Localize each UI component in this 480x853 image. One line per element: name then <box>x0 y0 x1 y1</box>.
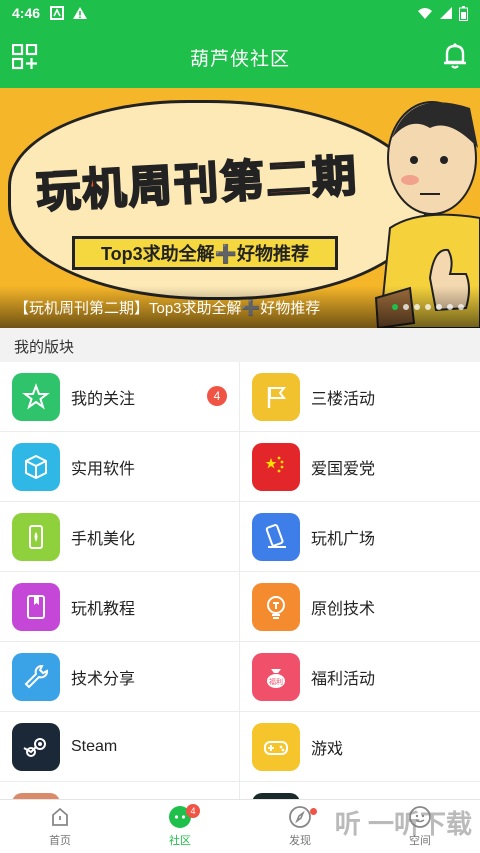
board-item[interactable]: 玩机广场 <box>240 502 480 572</box>
gift-bag-icon: 福利 <box>252 652 300 701</box>
tab-label: 发现 <box>289 835 311 847</box>
board-label: 原创技术 <box>311 600 376 618</box>
phone-beautify-icon <box>12 512 60 561</box>
wifi-icon <box>418 8 432 19</box>
phone-pen-icon <box>252 512 300 561</box>
tab-compass[interactable]: 发现 <box>240 800 360 853</box>
banner-pager-dots <box>392 304 464 310</box>
warning-icon <box>73 7 88 19</box>
board-label: 技术分享 <box>71 670 136 688</box>
board-item[interactable]: 福利 福利活动 <box>240 642 480 712</box>
star-icon <box>12 372 60 421</box>
board-item[interactable]: 游戏 <box>240 712 480 782</box>
tab-badge: 4 <box>186 804 200 818</box>
book-icon <box>12 582 60 631</box>
china-flag-icon <box>252 442 300 491</box>
app-notification-icon <box>50 6 65 20</box>
board-label: 实用软件 <box>71 460 136 478</box>
banner-subtitle: Top3求助全解➕好物推荐 <box>72 236 338 270</box>
status-time: 4:46 <box>12 5 41 21</box>
bulb-icon <box>252 582 300 631</box>
pager-dot[interactable] <box>436 304 442 310</box>
board-label: 爱国爱党 <box>311 460 376 478</box>
board-label: 玩机教程 <box>71 600 136 618</box>
compass-icon <box>289 806 311 828</box>
scan-qr-icon[interactable] <box>12 44 38 70</box>
board-label: 游戏 <box>311 740 344 758</box>
page-title: 葫芦侠社区 <box>189 48 290 70</box>
board-label: Steam <box>71 737 118 755</box>
board-item[interactable]: 三楼活动 <box>240 362 480 432</box>
board-item[interactable] <box>0 782 240 800</box>
board-label: 我的关注 <box>71 390 136 408</box>
board-label: 手机美化 <box>71 530 136 548</box>
pager-dot[interactable] <box>403 304 409 310</box>
board-grid: 我的关注 4 三楼活动 实用软件 爱国爱党 手机美化 玩机广场 玩机教程 原创技术 技术分享 福利福… <box>0 362 480 800</box>
status-notification-icons <box>50 6 88 20</box>
board-label: 三楼活动 <box>311 390 376 408</box>
wrench-icon <box>12 652 60 701</box>
pager-dot[interactable] <box>392 304 398 310</box>
profile-icon <box>409 806 431 828</box>
banner-caption: 【玩机周刊第二期】Top3求助全解➕好物推荐 <box>14 300 321 317</box>
svg-text:福利: 福利 <box>269 677 283 686</box>
bell-icon[interactable] <box>442 42 468 70</box>
bottom-tab-bar: 首页 社区 4 发现 空间 <box>0 799 480 853</box>
board-label: 福利活动 <box>311 670 376 688</box>
gamepad-icon <box>252 722 300 771</box>
new-dot <box>310 808 317 815</box>
board-item[interactable]: 爱国爱党 <box>240 432 480 502</box>
status-bar: 4:46 <box>0 0 480 26</box>
tab-profile[interactable]: 空间 <box>360 800 480 853</box>
signal-icon <box>440 7 452 19</box>
board-label: 玩机广场 <box>311 530 376 548</box>
tab-home[interactable]: 首页 <box>0 800 120 853</box>
steam-icon <box>12 722 60 771</box>
flag-icon <box>252 372 300 421</box>
board-item[interactable]: 实用软件 <box>0 432 240 502</box>
pager-dot[interactable] <box>425 304 431 310</box>
status-system-icons <box>417 5 468 21</box>
unread-badge: 4 <box>207 386 227 406</box>
battery-icon <box>459 5 468 21</box>
board-item[interactable]: 我的关注 4 <box>0 362 240 432</box>
board-item[interactable]: 玩机教程 <box>0 572 240 642</box>
section-title: 我的版块 <box>14 339 75 356</box>
tab-label: 空间 <box>409 835 431 847</box>
pager-dot[interactable] <box>414 304 420 310</box>
pager-dot[interactable] <box>447 304 453 310</box>
tab-community[interactable]: 社区 4 <box>120 800 240 853</box>
promo-banner[interactable]: 玩机周刊第二期 Top3求助全解➕好物推荐 【玩机周刊第二期】Top3求助全解➕… <box>0 88 480 328</box>
pager-dot[interactable] <box>458 304 464 310</box>
board-item[interactable]: 手机美化 <box>0 502 240 572</box>
cube-icon <box>12 442 60 491</box>
tab-label: 首页 <box>49 835 71 847</box>
board-item[interactable]: 技术分享 <box>0 642 240 712</box>
app-bar: 葫芦侠社区 <box>0 26 480 88</box>
tab-label: 社区 <box>169 835 191 847</box>
board-item[interactable] <box>240 782 480 800</box>
board-item[interactable]: Steam <box>0 712 240 782</box>
home-icon <box>52 807 68 826</box>
board-item[interactable]: 原创技术 <box>240 572 480 642</box>
